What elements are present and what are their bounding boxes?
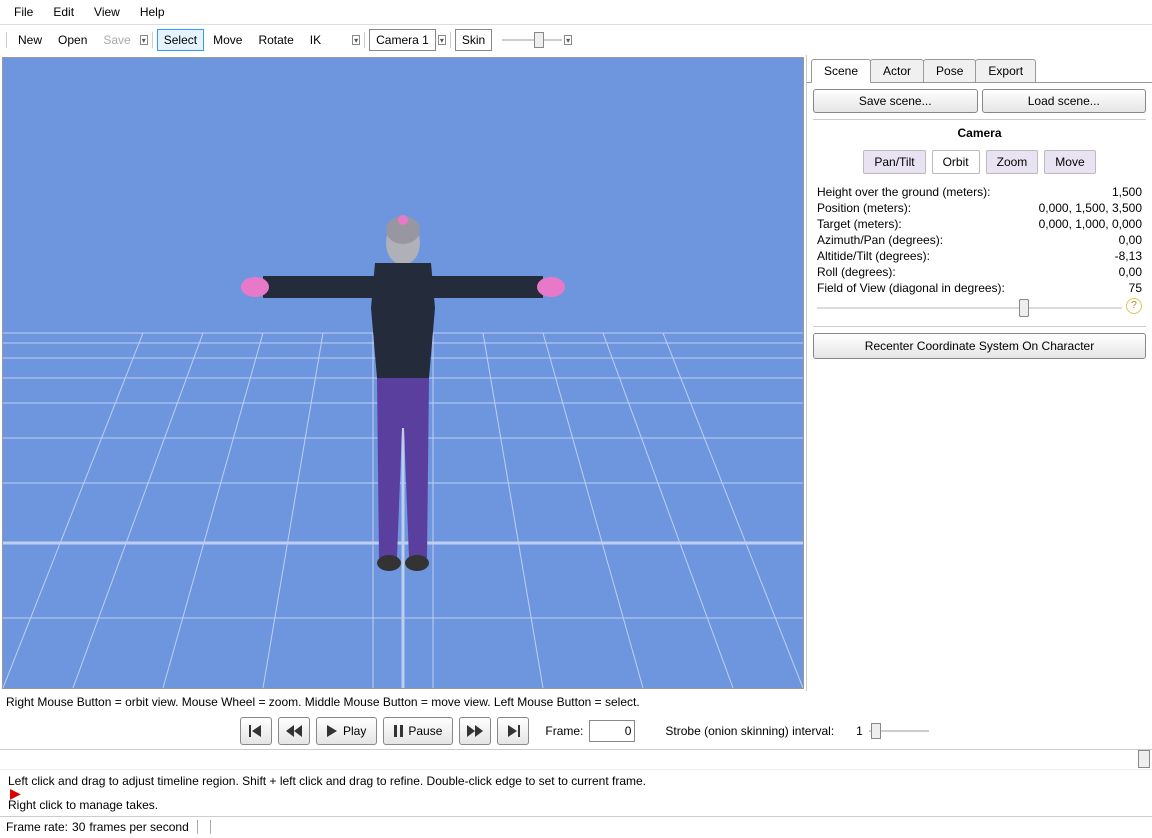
prop-roll-value: 0,00 bbox=[1119, 265, 1142, 279]
takes-hint: Right click to manage takes. bbox=[8, 798, 1144, 812]
display-slider-1[interactable] bbox=[502, 31, 562, 49]
play-button[interactable]: Play bbox=[316, 717, 377, 745]
prop-height-value: 1,500 bbox=[1112, 185, 1142, 199]
timeline-playhead-icon[interactable]: ▶ bbox=[8, 788, 1144, 798]
menu-help[interactable]: Help bbox=[130, 2, 175, 22]
move-tool-button[interactable]: Move bbox=[206, 29, 249, 51]
prop-target-label: Target (meters): bbox=[817, 217, 902, 231]
prop-height-label: Height over the ground (meters): bbox=[817, 185, 990, 199]
framerate-value: 30 bbox=[72, 820, 85, 834]
timeline-scrollbar[interactable] bbox=[0, 749, 1152, 769]
strobe-value: 1 bbox=[856, 724, 863, 738]
tab-pose[interactable]: Pose bbox=[923, 59, 976, 82]
menu-edit[interactable]: Edit bbox=[43, 2, 84, 22]
orbit-cam-button[interactable]: Orbit bbox=[932, 150, 980, 174]
save-scene-button[interactable]: Save scene... bbox=[813, 89, 978, 113]
strobe-slider[interactable] bbox=[869, 722, 929, 740]
3d-viewport[interactable] bbox=[2, 57, 804, 689]
menu-bar: File Edit View Help bbox=[0, 0, 1152, 25]
timeline-hint: Left click and drag to adjust timeline r… bbox=[8, 774, 1144, 788]
goto-end-button[interactable] bbox=[497, 717, 529, 745]
prop-azimuth-label: Azimuth/Pan (degrees): bbox=[817, 233, 943, 247]
display-dropdown-icon[interactable]: ▾ bbox=[564, 35, 572, 45]
prop-altitude-label: Altitide/Tilt (degrees): bbox=[817, 249, 930, 263]
playback-bar: Play Pause Frame: Strobe (onion skinning… bbox=[0, 713, 1152, 749]
frame-input[interactable] bbox=[589, 720, 635, 742]
camera-dropdown-icon[interactable]: ▾ bbox=[438, 35, 446, 45]
status-bar: Frame rate: 30 frames per second bbox=[0, 816, 1152, 837]
prop-fov-label: Field of View (diagonal in degrees): bbox=[817, 281, 1005, 295]
new-button[interactable]: New bbox=[11, 29, 49, 51]
save-dropdown-icon[interactable]: ▾ bbox=[140, 35, 148, 45]
menu-view[interactable]: View bbox=[84, 2, 130, 22]
prop-roll-label: Roll (degrees): bbox=[817, 265, 896, 279]
camera-section-title: Camera bbox=[813, 119, 1146, 146]
fov-slider[interactable]: ? bbox=[817, 298, 1142, 318]
rotate-tool-button[interactable]: Rotate bbox=[251, 29, 300, 51]
goto-start-button[interactable] bbox=[240, 717, 272, 745]
prop-position-label: Position (meters): bbox=[817, 201, 911, 215]
prop-position-value: 0,000, 1,500, 3,500 bbox=[1039, 201, 1142, 215]
load-scene-button[interactable]: Load scene... bbox=[982, 89, 1147, 113]
timeline-scroll-thumb[interactable] bbox=[1138, 750, 1150, 768]
tool-dropdown-icon[interactable]: ▾ bbox=[352, 35, 360, 45]
panel-tabs: Scene Actor Pose Export bbox=[807, 55, 1152, 83]
framerate-unit: frames per second bbox=[89, 820, 188, 834]
strobe-label: Strobe (onion skinning) interval: bbox=[665, 724, 834, 738]
timeline-region[interactable]: Left click and drag to adjust timeline r… bbox=[0, 769, 1152, 816]
camera-select-button[interactable]: Camera 1 bbox=[369, 29, 436, 51]
prop-target-value: 0,000, 1,000, 0,000 bbox=[1039, 217, 1142, 231]
tab-export[interactable]: Export bbox=[975, 59, 1036, 82]
prop-altitude-value: -8,13 bbox=[1115, 249, 1142, 263]
menu-file[interactable]: File bbox=[4, 2, 43, 22]
pause-button[interactable]: Pause bbox=[383, 717, 453, 745]
side-panel: Scene Actor Pose Export Save scene... Lo… bbox=[806, 55, 1152, 691]
save-button[interactable]: Save bbox=[96, 29, 137, 51]
scene-tab-content: Save scene... Load scene... Camera Pan/T… bbox=[807, 83, 1152, 691]
frame-label: Frame: bbox=[545, 724, 583, 738]
prop-fov-value: 75 bbox=[1129, 281, 1142, 295]
tab-actor[interactable]: Actor bbox=[870, 59, 924, 82]
rewind-button[interactable] bbox=[278, 717, 310, 745]
help-icon[interactable]: ? bbox=[1126, 298, 1142, 314]
prop-azimuth-value: 0,00 bbox=[1119, 233, 1142, 247]
viewport-scene bbox=[3, 58, 803, 688]
toolbar: New Open Save ▾ Select Move Rotate IK ▾ … bbox=[0, 25, 1152, 55]
select-tool-button[interactable]: Select bbox=[157, 29, 204, 51]
framerate-label: Frame rate: bbox=[6, 820, 68, 834]
fast-forward-button[interactable] bbox=[459, 717, 491, 745]
pan-tilt-button[interactable]: Pan/Tilt bbox=[863, 150, 925, 174]
move-cam-button[interactable]: Move bbox=[1044, 150, 1095, 174]
tab-scene[interactable]: Scene bbox=[811, 59, 871, 83]
recenter-button[interactable]: Recenter Coordinate System On Character bbox=[813, 333, 1146, 359]
ik-tool-button[interactable]: IK bbox=[303, 29, 328, 51]
open-button[interactable]: Open bbox=[51, 29, 94, 51]
skin-button[interactable]: Skin bbox=[455, 29, 492, 51]
zoom-cam-button[interactable]: Zoom bbox=[986, 150, 1039, 174]
viewport-hint: Right Mouse Button = orbit view. Mouse W… bbox=[0, 691, 1152, 713]
